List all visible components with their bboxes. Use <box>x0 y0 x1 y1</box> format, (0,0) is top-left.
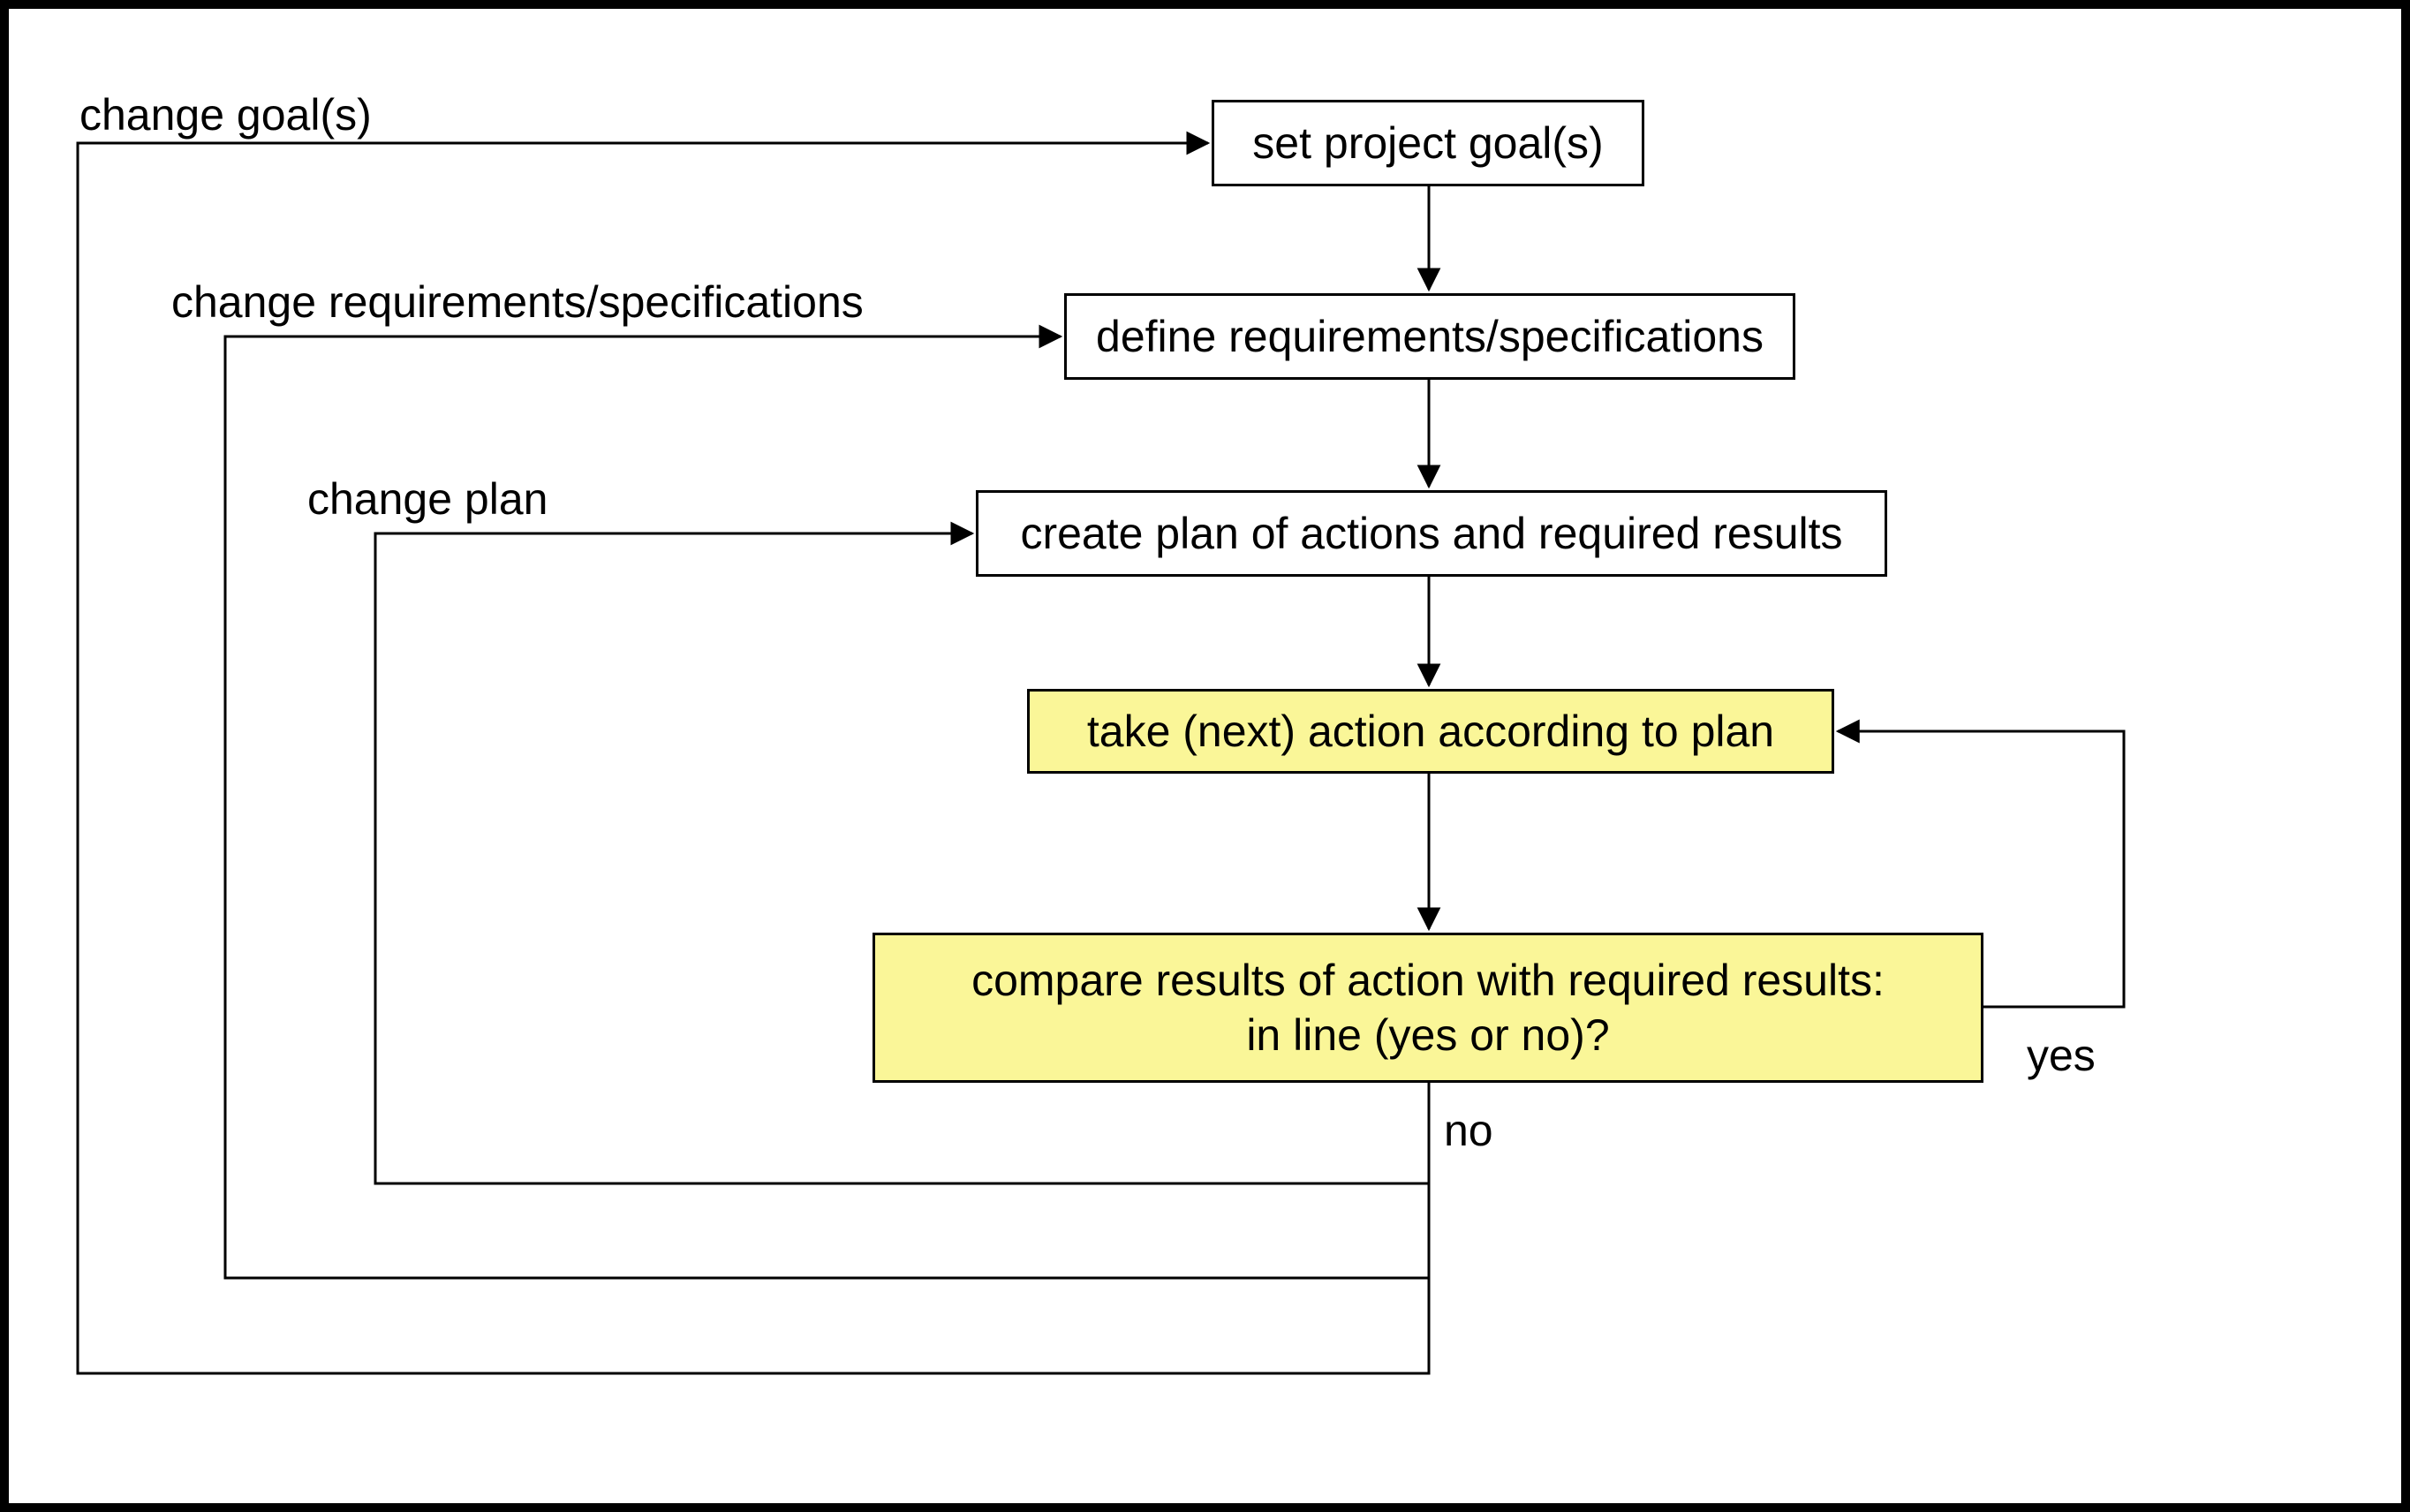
flowchart-frame: set project goal(s) define requirements/… <box>0 0 2410 1512</box>
flowchart-arrows <box>9 9 2401 1503</box>
